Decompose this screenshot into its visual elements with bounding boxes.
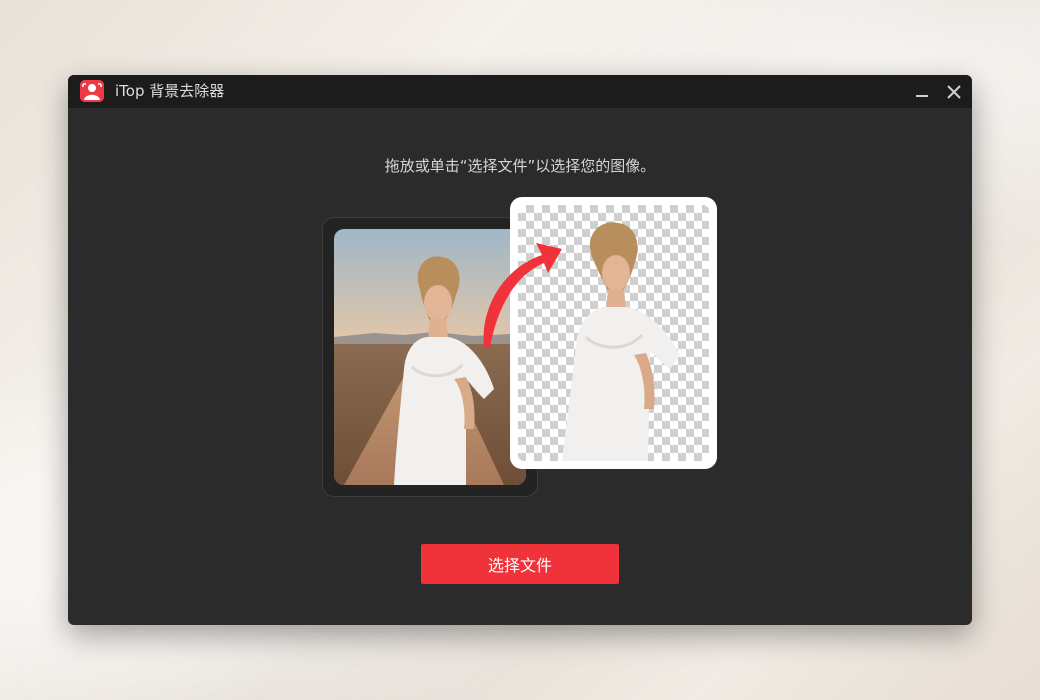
curved-arrow-icon	[476, 235, 566, 355]
instruction-text: 拖放或单击“选择文件”以选择您的图像。	[384, 157, 656, 175]
app-window: iTop 背景去除器 拖放或单击“选择文件”以选择您的图像。 选择文件	[68, 75, 972, 625]
title-bar[interactable]: iTop 背景去除器	[68, 75, 972, 108]
select-file-button[interactable]: 选择文件	[421, 544, 619, 584]
minimize-icon	[916, 95, 928, 97]
minimize-button[interactable]	[911, 81, 933, 103]
user-portrait-icon	[80, 80, 104, 102]
close-icon	[947, 85, 961, 99]
close-button[interactable]	[943, 81, 965, 103]
window-title: iTop 背景去除器	[115, 82, 225, 100]
